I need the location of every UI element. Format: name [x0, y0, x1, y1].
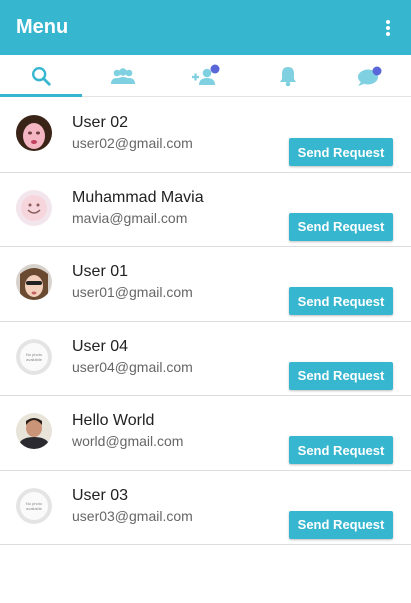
user-email: user02@gmail.com — [72, 135, 193, 151]
tab-groups[interactable] — [82, 55, 164, 96]
search-icon — [32, 66, 51, 86]
send-request-button[interactable]: Send Request — [289, 212, 393, 241]
chat-icon — [357, 66, 382, 86]
user-email: user04@gmail.com — [72, 358, 193, 375]
list-item: No photo available User 03 user03@gmail.… — [0, 471, 411, 545]
user-list: User 02 user02@gmail.com Send Request Mu… — [0, 98, 411, 545]
list-item: Muhammad Mavia mavia@gmail.com Send Requ… — [0, 173, 411, 247]
send-request-button[interactable]: Send Request — [289, 138, 393, 166]
group-icon — [111, 67, 136, 84]
user-name: User 02 — [72, 114, 129, 131]
user-email: user01@gmail.com — [72, 284, 193, 300]
user-name: User 01 — [72, 263, 129, 280]
user-email: user03@gmail.com — [72, 507, 193, 524]
tab-bar — [0, 55, 411, 97]
no-photo-placeholder: No photo available — [16, 487, 52, 524]
list-item: Hello World world@gmail.com Send Request — [0, 396, 411, 471]
user-email: mavia@gmail.com — [72, 209, 188, 226]
user-email: world@gmail.com — [72, 433, 184, 449]
avatar — [16, 264, 52, 300]
send-request-button[interactable]: Send Request — [289, 361, 393, 390]
bell-icon — [279, 66, 296, 86]
no-photo-placeholder: No photo available — [16, 338, 52, 375]
user-name: Muhammad Mavia — [72, 188, 204, 206]
user-name: User 03 — [72, 486, 129, 504]
more-vert-icon[interactable] — [383, 18, 393, 38]
app-title: Menu — [16, 16, 69, 38]
send-request-button[interactable]: Send Request — [289, 510, 393, 539]
tab-notifications[interactable] — [247, 55, 329, 96]
tab-search[interactable] — [0, 55, 83, 97]
app-bar: Menu — [0, 0, 411, 55]
send-request-button[interactable]: Send Request — [289, 287, 393, 315]
tab-chat[interactable] — [329, 55, 411, 96]
user-name: Hello World — [72, 412, 155, 429]
avatar-placeholder-text: No photo available — [25, 351, 43, 362]
tab-add-friend[interactable] — [164, 55, 246, 96]
avatar-placeholder-text: No photo available — [25, 500, 43, 511]
avatar: No photo available — [16, 338, 52, 375]
user-name: User 04 — [72, 337, 129, 355]
send-request-button[interactable]: Send Request — [289, 436, 393, 464]
add-friend-icon — [191, 64, 219, 85]
list-item: No photo available User 04 user04@gmail.… — [0, 322, 411, 396]
avatar — [16, 413, 52, 449]
avatar: No photo available — [16, 487, 52, 524]
avatar — [16, 115, 52, 151]
list-item: User 02 user02@gmail.com Send Request — [0, 98, 411, 173]
avatar — [16, 189, 52, 226]
list-item: User 01 user01@gmail.com Send Request — [0, 247, 411, 322]
